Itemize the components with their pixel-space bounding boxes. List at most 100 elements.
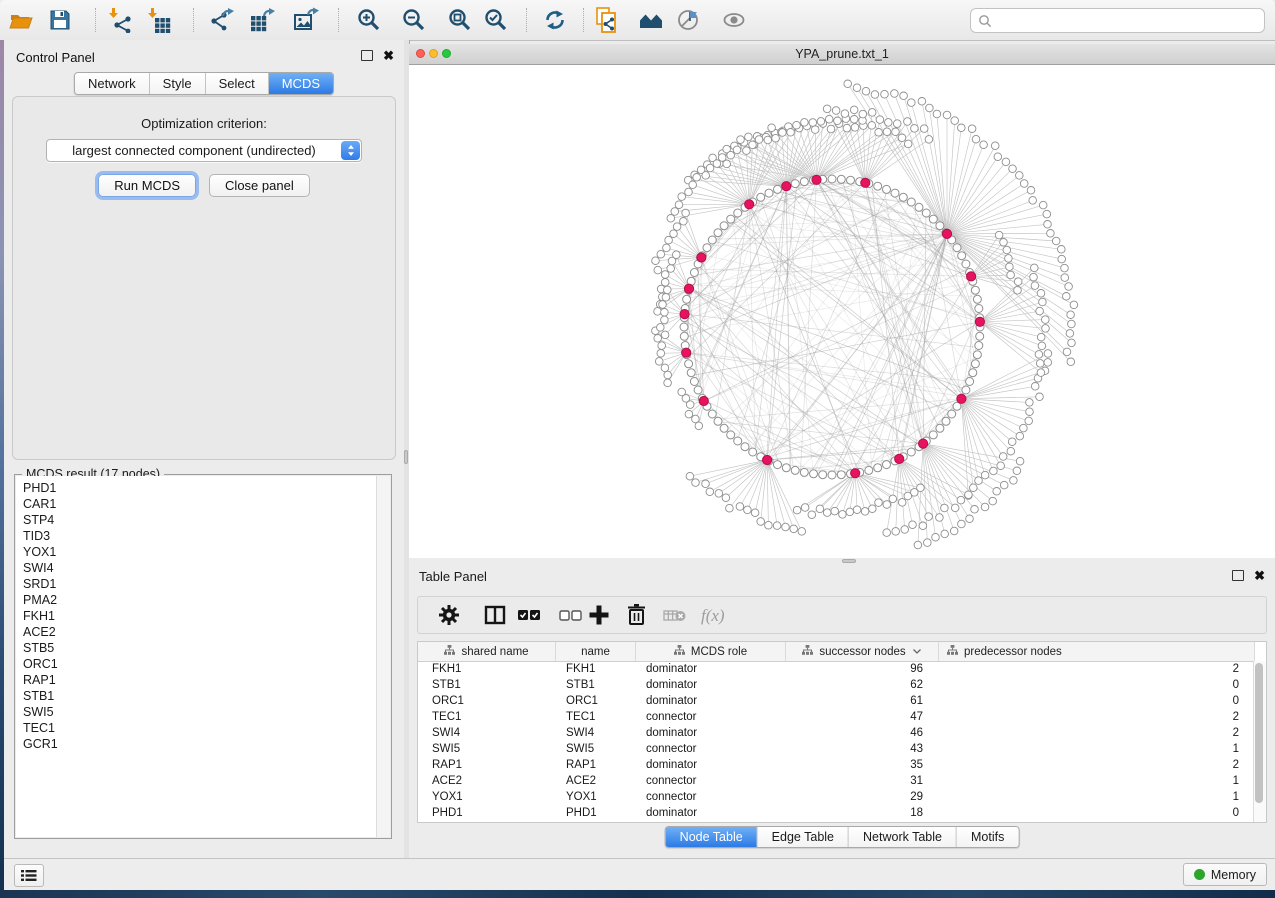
new-network-from-selection-icon[interactable]: [594, 7, 620, 33]
add-column-icon[interactable]: [586, 602, 612, 628]
refresh-layout-icon[interactable]: [542, 7, 568, 33]
mcds-result-item[interactable]: ORC1: [16, 656, 390, 672]
table-row[interactable]: STB1STB1dominator620: [418, 677, 1254, 693]
tab-style[interactable]: Style: [150, 73, 206, 94]
search-input[interactable]: [992, 11, 1264, 31]
mcds-result-item[interactable]: RAP1: [16, 672, 390, 688]
delete-column-icon[interactable]: [624, 602, 650, 628]
table-row[interactable]: PHD1PHD1dominator180: [418, 805, 1254, 821]
table-cell[interactable]: 2: [939, 661, 1254, 677]
zoom-in-icon[interactable]: [356, 7, 382, 33]
column-header-name[interactable]: name: [556, 642, 636, 661]
settings-gear-icon[interactable]: [436, 602, 462, 628]
table-cell[interactable]: 2: [939, 757, 1254, 773]
table-cell[interactable]: dominator: [636, 725, 786, 741]
criterion-dropdown[interactable]: largest connected component (undirected): [46, 139, 362, 162]
table-cell[interactable]: YOX1: [556, 789, 636, 805]
tab-motifs[interactable]: Motifs: [957, 827, 1018, 847]
mcds-result-item[interactable]: FKH1: [16, 608, 390, 624]
column-header-shared-name[interactable]: shared name: [418, 642, 556, 661]
network-graph[interactable]: [409, 65, 1275, 560]
table-cell[interactable]: 0: [939, 805, 1254, 821]
table-cell[interactable]: 1: [939, 789, 1254, 805]
zoom-selected-icon[interactable]: [483, 7, 509, 33]
column-header-successor-nodes[interactable]: successor nodes: [786, 642, 939, 661]
column-header-predecessor-nodes[interactable]: predecessor nodes: [939, 642, 1255, 661]
table-cell[interactable]: 2: [939, 709, 1254, 725]
show-all-icon[interactable]: [721, 7, 747, 33]
table-cell[interactable]: PHD1: [418, 805, 556, 821]
table-row[interactable]: TEC1TEC1connector472: [418, 709, 1254, 725]
table-cell[interactable]: PHD1: [556, 805, 636, 821]
zoom-out-icon[interactable]: [401, 7, 427, 33]
mcds-result-item[interactable]: SWI4: [16, 560, 390, 576]
table-cell[interactable]: SWI4: [556, 725, 636, 741]
tab-edge-table[interactable]: Edge Table: [758, 827, 849, 847]
table-row[interactable]: ORC1ORC1dominator610: [418, 693, 1254, 709]
mcds-result-item[interactable]: ACE2: [16, 624, 390, 640]
table-cell[interactable]: dominator: [636, 805, 786, 821]
table-cell[interactable]: RAP1: [556, 757, 636, 773]
open-file-icon[interactable]: [8, 7, 34, 33]
close-panel-icon[interactable]: ✖: [1254, 571, 1265, 581]
table-cell[interactable]: ORC1: [418, 693, 556, 709]
table-cell[interactable]: 0: [939, 677, 1254, 693]
table-cell[interactable]: dominator: [636, 677, 786, 693]
table-cell[interactable]: 1: [939, 773, 1254, 789]
table-cell[interactable]: dominator: [636, 757, 786, 773]
mcds-result-item[interactable]: PMA2: [16, 592, 390, 608]
table-cell[interactable]: STB1: [556, 677, 636, 693]
memory-button[interactable]: Memory: [1183, 863, 1267, 886]
table-scrollbar[interactable]: [1253, 661, 1266, 822]
table-cell[interactable]: 2: [939, 725, 1254, 741]
table-cell[interactable]: 46: [786, 725, 939, 741]
table-cell[interactable]: ORC1: [556, 693, 636, 709]
table-cell[interactable]: STB1: [418, 677, 556, 693]
table-cell[interactable]: SWI5: [418, 741, 556, 757]
table-row[interactable]: FKH1FKH1dominator962: [418, 661, 1254, 677]
table-cell[interactable]: dominator: [636, 693, 786, 709]
tab-select[interactable]: Select: [206, 73, 269, 94]
table-cell[interactable]: 62: [786, 677, 939, 693]
splitter-grip[interactable]: [404, 450, 408, 464]
mcds-result-item[interactable]: STB1: [16, 688, 390, 704]
table-cell[interactable]: 35: [786, 757, 939, 773]
table-cell[interactable]: 43: [786, 741, 939, 757]
mcds-result-item[interactable]: PHD1: [16, 480, 390, 496]
panel-menu-button[interactable]: [14, 864, 44, 887]
export-network-icon[interactable]: [209, 7, 235, 33]
table-cell[interactable]: connector: [636, 741, 786, 757]
table-cell[interactable]: FKH1: [556, 661, 636, 677]
table-cell[interactable]: connector: [636, 773, 786, 789]
table-cell[interactable]: 47: [786, 709, 939, 725]
table-cell[interactable]: 1: [939, 741, 1254, 757]
table-row[interactable]: SWI5SWI5connector431: [418, 741, 1254, 757]
mcds-result-item[interactable]: CAR1: [16, 496, 390, 512]
table-cell[interactable]: 18: [786, 805, 939, 821]
table-cell[interactable]: 31: [786, 773, 939, 789]
mcds-result-item[interactable]: TID3: [16, 528, 390, 544]
mcds-result-item[interactable]: SRD1: [16, 576, 390, 592]
hide-selected-icon[interactable]: [676, 7, 702, 33]
table-cell[interactable]: 0: [939, 693, 1254, 709]
network-view-canvas[interactable]: [409, 65, 1275, 560]
close-panel-button[interactable]: Close panel: [209, 174, 310, 197]
export-table-icon[interactable]: [249, 7, 275, 33]
mcds-result-item[interactable]: GCR1: [16, 736, 390, 752]
table-row[interactable]: ACE2ACE2connector311: [418, 773, 1254, 789]
tab-network[interactable]: Network: [75, 73, 150, 94]
close-panel-icon[interactable]: ✖: [383, 51, 394, 61]
table-row[interactable]: SWI4SWI4dominator462: [418, 725, 1254, 741]
table-cell[interactable]: 61: [786, 693, 939, 709]
table-cell[interactable]: 96: [786, 661, 939, 677]
table-cell[interactable]: ACE2: [418, 773, 556, 789]
mcds-result-item[interactable]: SWI5: [16, 704, 390, 720]
split-columns-icon[interactable]: [482, 602, 508, 628]
sort-chevron-icon[interactable]: [912, 646, 922, 658]
export-image-icon[interactable]: [293, 7, 319, 33]
float-panel-icon[interactable]: [1232, 570, 1244, 581]
mcds-result-list[interactable]: PHD1CAR1STP4TID3YOX1SWI4SRD1PMA2FKH1ACE2…: [16, 476, 390, 837]
search-box[interactable]: [970, 8, 1265, 33]
table-cell[interactable]: FKH1: [418, 661, 556, 677]
save-session-icon[interactable]: [47, 7, 73, 33]
